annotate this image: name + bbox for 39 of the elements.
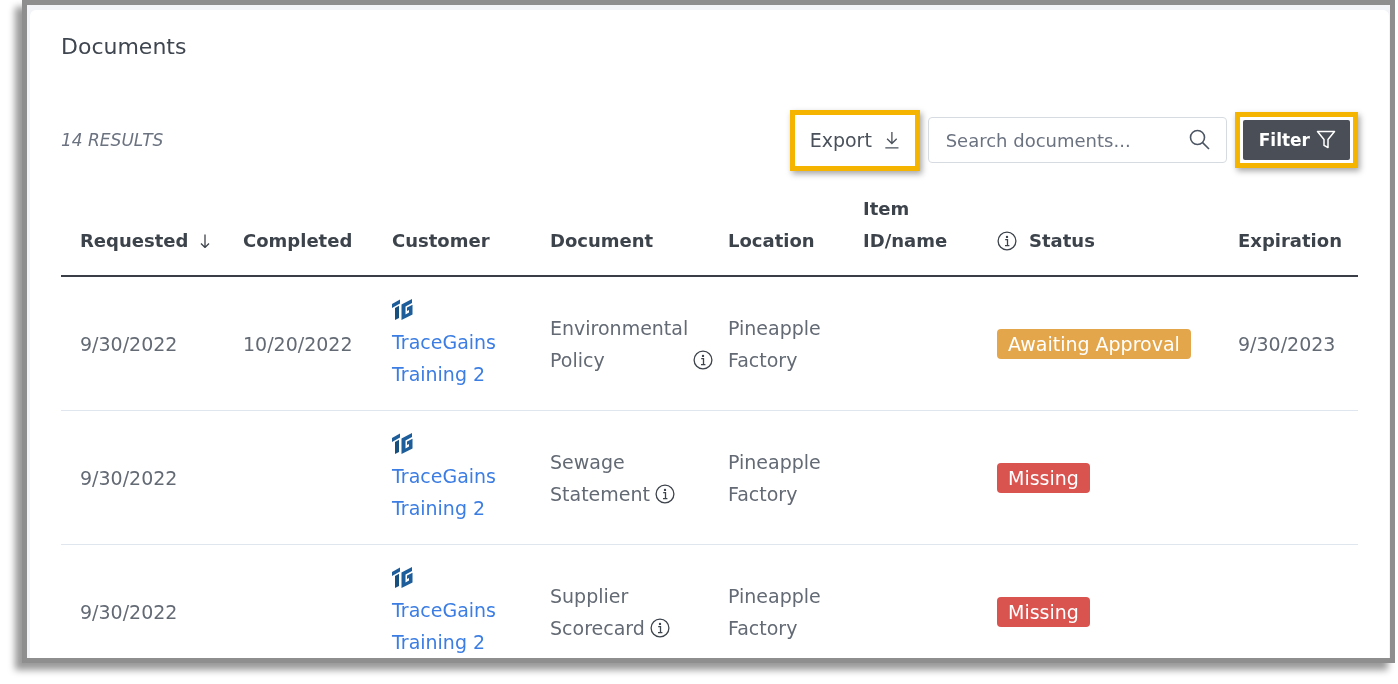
- column-header[interactable]: Location: [728, 225, 815, 257]
- info-icon: [655, 483, 675, 504]
- customer-link[interactable]: TraceGains Training 2: [392, 593, 527, 658]
- logo-icon: [392, 565, 414, 588]
- expiration-date: 9/30/2023: [1238, 332, 1336, 355]
- document-name: Supplier Scorecard: [550, 583, 645, 641]
- column-header[interactable]: Expiration: [1238, 225, 1342, 257]
- search-field[interactable]: Search documents...: [927, 117, 1227, 163]
- column-header[interactable]: Status: [1029, 225, 1095, 257]
- status-badge: Missing: [997, 462, 1090, 493]
- location-name: Pineapple Factory: [728, 316, 821, 371]
- info-icon: [693, 349, 714, 370]
- filter-button[interactable]: Filter: [1242, 120, 1350, 160]
- column-header[interactable]: Completed: [243, 225, 353, 257]
- customer-link[interactable]: TraceGains Training 2: [392, 325, 527, 390]
- location-name: Pineapple Factory: [728, 450, 821, 505]
- column-header[interactable]: Requested: [80, 225, 189, 257]
- page-title: Documents: [61, 33, 187, 61]
- column-header[interactable]: Document: [550, 225, 654, 257]
- requested-date: 9/30/2022: [80, 332, 178, 355]
- logo-icon: [392, 297, 414, 320]
- sort-arrow-icon[interactable]: [200, 234, 211, 248]
- document-name: Sewage Statement: [550, 449, 650, 507]
- document-name: Environmental Policy: [550, 315, 689, 373]
- search-icon[interactable]: [1188, 129, 1210, 150]
- info-icon: [649, 617, 670, 638]
- status-badge: Awaiting Approval: [997, 328, 1191, 359]
- column-header[interactable]: Item ID/name: [863, 193, 974, 257]
- requested-date: 9/30/2022: [80, 600, 178, 623]
- location-name: Pineapple Factory: [728, 584, 821, 639]
- logo-icon: [392, 431, 414, 454]
- column-header[interactable]: Customer: [392, 225, 490, 257]
- status-badge: Missing: [997, 596, 1090, 627]
- download-icon: [883, 130, 900, 150]
- filter-icon: [1316, 130, 1336, 150]
- completed-date: 10/20/2022: [243, 332, 353, 355]
- result-count: 14 RESULTS: [61, 130, 164, 150]
- customer-link[interactable]: TraceGains Training 2: [392, 459, 527, 524]
- requested-date: 9/30/2022: [80, 466, 178, 489]
